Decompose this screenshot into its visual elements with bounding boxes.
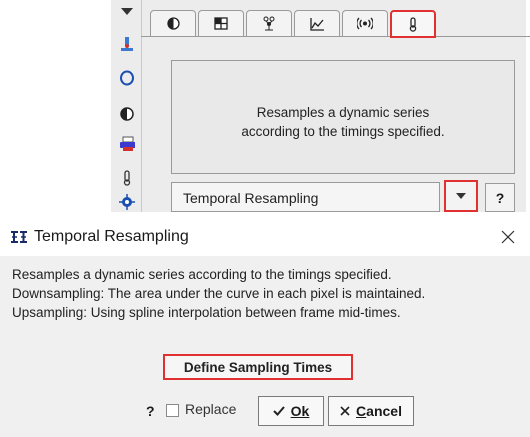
app-logo-icon	[10, 230, 28, 244]
tab-grid[interactable]	[198, 10, 244, 36]
tab-molecule[interactable]	[246, 10, 292, 36]
help-button-top[interactable]: ?	[485, 183, 515, 212]
close-button[interactable]	[497, 226, 519, 248]
grid-tab-icon	[214, 17, 228, 30]
cross-icon	[340, 406, 350, 416]
dropdown-arrow-button[interactable]	[444, 180, 478, 212]
help-button[interactable]: ?	[146, 403, 155, 419]
cancel-button[interactable]: Cancel	[328, 396, 414, 426]
ok-button[interactable]: Ok	[258, 396, 324, 426]
microscope-icon[interactable]	[119, 36, 135, 52]
chevron-down-icon	[456, 192, 466, 199]
signal-tab-icon	[357, 17, 373, 30]
checkmark-icon	[272, 406, 285, 416]
body-line-3: Upsampling: Using spline interpolation b…	[12, 305, 401, 320]
tab-thermometer[interactable]	[390, 10, 436, 38]
tab-chart[interactable]	[294, 10, 340, 36]
tab-strip	[150, 10, 526, 38]
crosshair-icon[interactable]	[119, 194, 135, 210]
thermometer-tab-icon	[409, 16, 417, 32]
contrast-icon[interactable]	[119, 106, 135, 122]
define-sampling-times-button[interactable]: Define Sampling Times	[163, 354, 353, 380]
tab-contrast[interactable]	[150, 10, 196, 36]
body-line-1: Resamples a dynamic series according to …	[12, 267, 392, 282]
dialog-button-row: ? Replace Ok Cancel	[0, 382, 530, 437]
ok-label: Ok	[290, 403, 310, 419]
description-panel: Resamples a dynamic series according to …	[171, 60, 515, 174]
molecule-tab-icon	[263, 16, 275, 31]
close-icon	[501, 230, 515, 244]
tab-signal[interactable]	[342, 10, 388, 36]
scroll-up-arrow-icon[interactable]	[119, 4, 135, 20]
replace-label[interactable]: Replace	[185, 401, 236, 417]
thermometer-icon[interactable]	[119, 170, 135, 186]
description-line: according to the timings specified.	[241, 124, 445, 139]
define-button-label: Define Sampling Times	[183, 359, 333, 375]
help-label: ?	[495, 189, 505, 206]
chart-tab-icon	[309, 17, 324, 31]
contrast-tab-icon	[166, 17, 180, 30]
description-text: Resamples a dynamic series according to …	[172, 103, 514, 141]
left-toolbar	[111, 0, 142, 212]
printer-icon[interactable]	[119, 136, 135, 152]
dialog-title: Temporal Resampling	[34, 228, 189, 245]
description-line: Resamples a dynamic series	[256, 105, 430, 120]
ellipse-roi-icon[interactable]	[119, 70, 135, 86]
temporal-resampling-dialog: Temporal Resampling Resamples a dynamic …	[0, 218, 530, 437]
tool-dropdown[interactable]: Temporal Resampling	[171, 182, 440, 212]
dialog-titlebar[interactable]: Temporal Resampling	[0, 218, 530, 256]
replace-checkbox[interactable]	[166, 404, 179, 417]
body-line-2: Downsampling: The area under the curve i…	[12, 286, 426, 301]
dropdown-value: Temporal Resampling	[183, 190, 319, 206]
cancel-label: Cancel	[356, 403, 402, 419]
